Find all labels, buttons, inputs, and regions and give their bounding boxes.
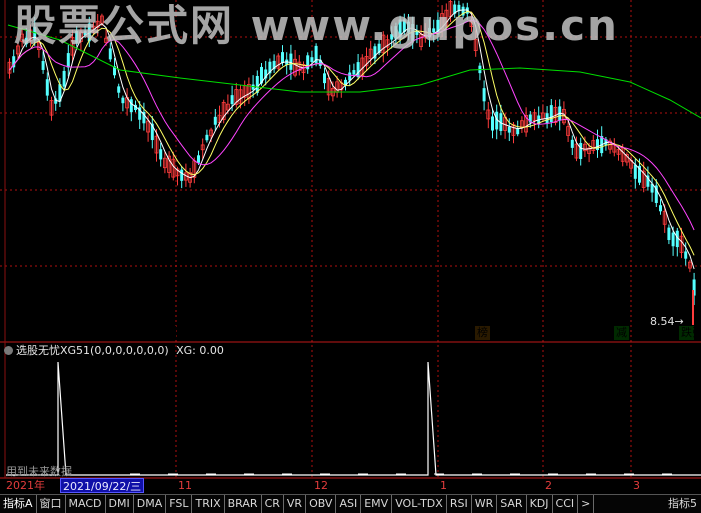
tab-vr[interactable]: VR [284, 495, 307, 513]
candle-body [491, 116, 494, 131]
candle-body [117, 86, 121, 93]
axis-month: 3 [633, 479, 640, 492]
watermark: 股票公式网 www.gupos.cn [14, 1, 619, 50]
indicator-tab-bar: 指标A 窗口 MACD DMI DMA FSL TRIX BRAR CR VR … [0, 494, 701, 513]
indicator-value: XG: 0.00 [176, 344, 224, 357]
candle-body [323, 73, 326, 84]
candlestick-chart[interactable] [0, 0, 701, 512]
tab-rsi[interactable]: RSI [447, 495, 472, 513]
axis-month: 2 [545, 479, 552, 492]
candle-body [129, 99, 133, 113]
tab-sar[interactable]: SAR [497, 495, 527, 513]
marker-cai[interactable]: 财 [161, 326, 176, 340]
candle-body [633, 164, 637, 179]
tab-emv[interactable]: EMV [361, 495, 393, 513]
tab-kdj[interactable]: KDJ [527, 495, 553, 513]
tab-wr[interactable]: WR [472, 495, 498, 513]
tab-indicator-5[interactable]: 指标5 [668, 495, 697, 512]
tab-cr[interactable]: CR [262, 495, 284, 513]
tab-cci[interactable]: CCI [553, 495, 579, 513]
tab-trix[interactable]: TRIX [192, 495, 225, 513]
candle-body [549, 105, 553, 123]
candle-body [352, 70, 356, 75]
candle-body [570, 139, 574, 148]
candle-body [197, 155, 200, 163]
candle-body [66, 53, 70, 68]
tab-dma[interactable]: DMA [134, 495, 167, 513]
tab-asi[interactable]: ASI [336, 495, 362, 513]
candle-body [310, 57, 314, 62]
tab-brar[interactable]: BRAR [225, 495, 262, 513]
candle-body [579, 142, 583, 159]
candle-body [289, 53, 293, 70]
xg-signal-line [6, 361, 701, 476]
future-data-label: 用到未来数据 [6, 465, 72, 478]
candle-body [62, 70, 66, 87]
cursor-date: 2021/09/22/三 [60, 478, 145, 493]
tab-obv[interactable]: OBV [306, 495, 337, 513]
candle-body [482, 88, 486, 102]
stock-chart-window: 股票公式网 www.gupos.cn 财 榜 减 跌 张 8.54→ 选股无忧X… [0, 0, 701, 513]
indicator-name: 选股无忧XG51(0,0,0,0,0,0,0) [16, 344, 169, 357]
candle-body [159, 149, 163, 160]
candle-body [45, 79, 49, 96]
tab-dmi[interactable]: DMI [106, 495, 134, 513]
candle-body [684, 251, 688, 259]
marker-jian[interactable]: 减 [614, 326, 629, 340]
tab-indicator-a[interactable]: 指标A [0, 495, 37, 513]
candle-body [41, 61, 45, 70]
axis-year: 2021年 [6, 479, 45, 492]
tab-vol-tdx[interactable]: VOL-TDX [392, 495, 447, 513]
candle-body [671, 232, 675, 247]
marker-bang[interactable]: 榜 [475, 326, 490, 340]
marker-zhang[interactable]: 张 [690, 326, 701, 340]
low-price-label: 8.54→ [650, 315, 684, 328]
candle-body [205, 134, 209, 141]
candle-body [356, 62, 360, 78]
axis-month: 12 [314, 479, 328, 492]
tab-window[interactable]: 窗口 [37, 495, 66, 513]
tab-fsl[interactable]: FSL [166, 495, 193, 513]
candle-body [507, 126, 511, 133]
collapse-icon[interactable] [4, 346, 13, 355]
candle-body [659, 205, 662, 212]
candle-body [121, 97, 125, 104]
candle-body [281, 52, 284, 63]
arrow-right-icon: → [674, 315, 684, 328]
axis-month: 11 [178, 479, 192, 492]
indicator-title-bar[interactable]: 选股无忧XG51(0,0,0,0,0,0,0) XG: 0.00 [4, 343, 224, 359]
tab-more-arrow[interactable]: > [578, 495, 595, 513]
candle-body [213, 116, 217, 125]
axis-month: 1 [440, 479, 447, 492]
time-axis: 2021年 2021/09/22/三 11 12 1 2 3 [0, 478, 701, 493]
tab-macd[interactable]: MACD [66, 495, 106, 513]
candle-body [230, 95, 234, 105]
candle-body [667, 227, 671, 241]
candle-body [180, 169, 184, 181]
low-price-value: 8.54 [650, 315, 675, 328]
